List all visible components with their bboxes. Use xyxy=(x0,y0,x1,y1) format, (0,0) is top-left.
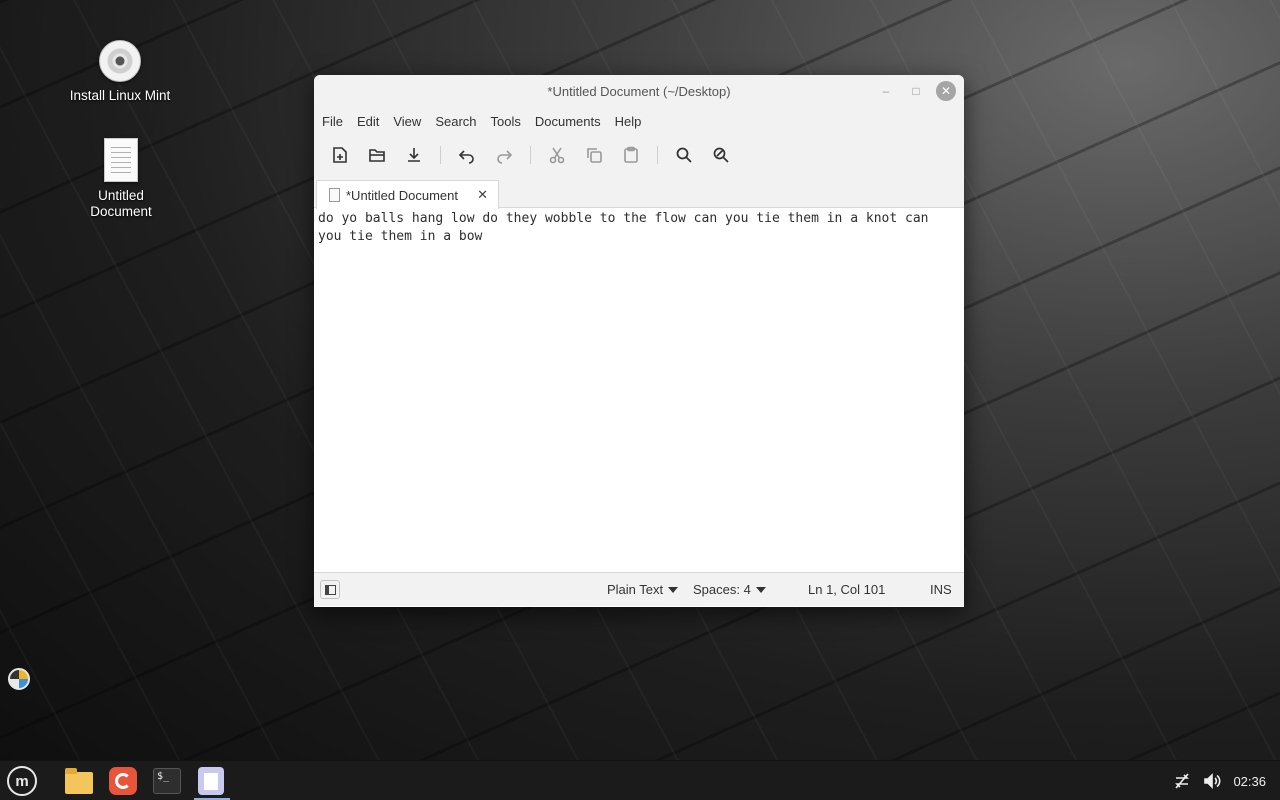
system-tray: 02:36 xyxy=(1173,761,1266,800)
search-icon xyxy=(676,147,692,163)
firefox-launcher[interactable] xyxy=(107,765,139,797)
cursor-position-label: Ln 1, Col 101 xyxy=(808,582,886,597)
desktop-icon-untitled-document[interactable]: Untitled Document xyxy=(61,138,181,220)
close-button[interactable]: ✕ xyxy=(936,81,956,101)
titlebar[interactable]: *Untitled Document (~/Desktop) – □ ✕ xyxy=(314,75,964,107)
save-download-icon xyxy=(408,148,420,162)
replace-icon xyxy=(713,147,729,163)
linux-mint-logo-icon: m xyxy=(7,766,37,796)
side-panel-icon xyxy=(324,584,336,595)
menu-search[interactable]: Search xyxy=(429,114,482,129)
folder-icon xyxy=(65,768,93,794)
new-document-button[interactable] xyxy=(325,140,355,170)
undo-button[interactable] xyxy=(452,140,482,170)
paste-button[interactable] xyxy=(616,140,646,170)
text-editor-area[interactable]: do yo balls hang low do they wobble to t… xyxy=(314,208,964,572)
copy-icon xyxy=(587,148,602,163)
text-editor-launcher[interactable] xyxy=(195,765,227,797)
new-document-icon xyxy=(333,147,347,163)
desktop-icon-label: Untitled Document xyxy=(90,188,152,219)
toolbar-separator xyxy=(657,146,658,164)
taskbar: m $_ 02:36 xyxy=(0,760,1280,800)
minimize-button[interactable]: – xyxy=(876,81,896,101)
text-editor-icon xyxy=(198,767,224,795)
menu-view[interactable]: View xyxy=(387,114,427,129)
tab-close-icon[interactable]: ✕ xyxy=(477,187,488,203)
tab-width-label: Spaces: 4 xyxy=(693,582,751,597)
status-bar: Plain Text Spaces: 4 Ln 1, Col 101 INS xyxy=(314,572,964,606)
save-button[interactable] xyxy=(399,140,429,170)
text-file-icon xyxy=(104,138,138,182)
insert-mode-label: INS xyxy=(930,582,952,597)
open-button[interactable] xyxy=(362,140,392,170)
chevron-down-icon xyxy=(668,586,679,593)
redo-icon xyxy=(497,150,513,164)
side-panel-toggle-button[interactable] xyxy=(320,580,340,599)
chevron-down-icon xyxy=(755,586,766,593)
network-icon[interactable] xyxy=(1173,772,1191,790)
terminal-icon: $_ xyxy=(153,768,181,794)
color-wheel-icon[interactable] xyxy=(8,668,30,690)
volume-icon[interactable] xyxy=(1203,772,1221,790)
redo-button[interactable] xyxy=(489,140,519,170)
window-title: *Untitled Document (~/Desktop) xyxy=(547,83,731,99)
menu-documents[interactable]: Documents xyxy=(529,114,607,129)
cut-icon xyxy=(549,147,565,164)
cursor-position: Ln 1, Col 101 xyxy=(808,582,885,597)
files-launcher[interactable] xyxy=(63,765,95,797)
toolbar-separator xyxy=(530,146,531,164)
find-button[interactable] xyxy=(669,140,699,170)
menu-file[interactable]: File xyxy=(316,114,349,129)
find-replace-button[interactable] xyxy=(706,140,736,170)
text-editor-window: *Untitled Document (~/Desktop) – □ ✕ Fil… xyxy=(314,75,964,607)
menubar: File Edit View Search Tools Documents He… xyxy=(314,107,964,135)
tab-untitled-document[interactable]: *Untitled Document ✕ xyxy=(316,180,499,209)
undo-icon xyxy=(458,150,474,164)
terminal-launcher[interactable]: $_ xyxy=(151,765,183,797)
open-folder-icon xyxy=(369,149,385,162)
menu-edit[interactable]: Edit xyxy=(351,114,385,129)
language-label: Plain Text xyxy=(607,582,664,597)
copy-button[interactable] xyxy=(579,140,609,170)
toolbar xyxy=(314,135,964,175)
menu-tools[interactable]: Tools xyxy=(485,114,527,129)
menu-button[interactable]: m xyxy=(6,765,38,797)
desktop-icon-install-linux-mint[interactable]: Install Linux Mint xyxy=(60,40,180,104)
tab-bar: *Untitled Document ✕ xyxy=(314,175,964,209)
document-icon xyxy=(329,188,340,202)
menu-help[interactable]: Help xyxy=(609,114,648,129)
toolbar-separator xyxy=(440,146,441,164)
paste-icon xyxy=(624,146,638,163)
cut-button[interactable] xyxy=(542,140,572,170)
insert-mode[interactable]: INS xyxy=(930,582,952,597)
language-selector[interactable]: Plain Text xyxy=(607,582,679,597)
tab-width-selector[interactable]: Spaces: 4 xyxy=(693,582,766,597)
tab-label: *Untitled Document xyxy=(346,187,458,203)
maximize-button[interactable]: □ xyxy=(906,81,926,101)
firefox-icon xyxy=(109,767,137,795)
cd-disc-icon xyxy=(99,40,141,82)
clock[interactable]: 02:36 xyxy=(1233,774,1266,789)
desktop-icon-label: Install Linux Mint xyxy=(69,88,171,103)
